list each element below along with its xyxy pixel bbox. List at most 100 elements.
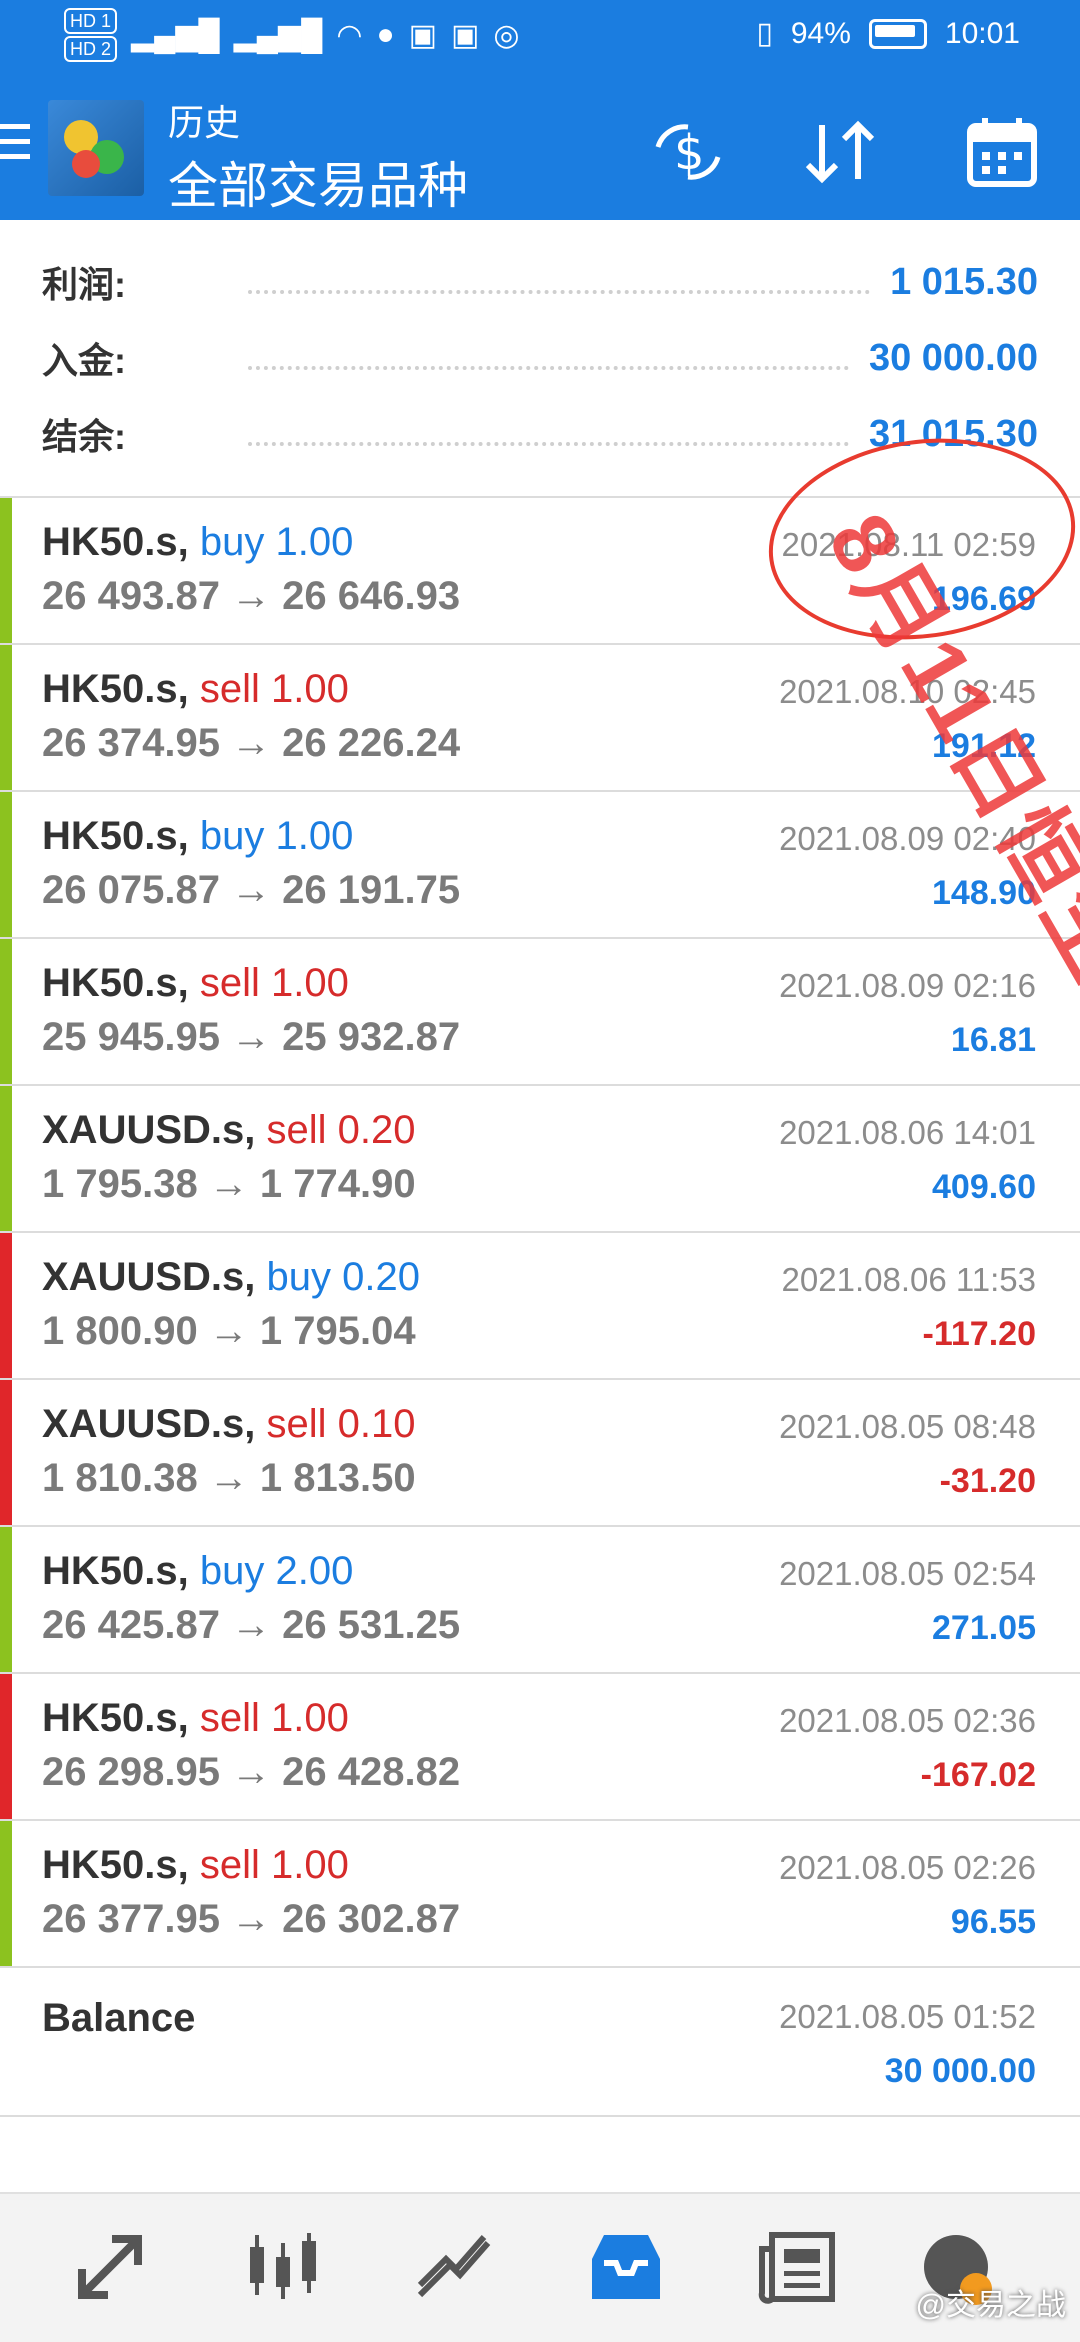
profit-indicator-bar [0,645,12,790]
sort-icon[interactable] [800,112,880,192]
profit-value: 1 015.30 [890,260,1038,303]
balance-label: Balance [42,1996,196,2040]
trade-symbol: XAUUSD.s [42,1255,245,1299]
currency-swap-icon[interactable]: $ [648,112,728,192]
deposit-label: 入金: [42,340,126,381]
balance-deposit-row[interactable]: Balance 2021.08.05 01:52 30 000.00 [0,1970,1080,2117]
separator: , [244,1402,267,1446]
trade-time: 2021.08.06 14:01 [779,1114,1036,1151]
trade-row[interactable]: HK50.s, sell 1.00 26 377.95 → 26 302.87 20… [0,1821,1080,1968]
trade-row[interactable]: XAUUSD.s, buy 0.20 1 800.90 → 1 795.04 202… [0,1233,1080,1380]
trade-symbol: HK50.s [42,520,178,564]
trade-profit: 96.55 [950,1903,1036,1941]
balance-amount: 30 000.00 [884,2052,1036,2090]
trade-side: buy 0.20 [266,1255,420,1299]
dots-divider [248,346,849,370]
dots-divider [248,422,849,446]
bulb-icon: ◎ [493,18,520,52]
hd2-badge: HD 2 [64,36,118,62]
trade-side: buy 2.00 [199,1549,354,1593]
balance-time: 2021.08.05 01:52 [779,1998,1036,2035]
svg-text:$: $ [674,125,705,181]
trade-profit: 16.81 [950,1021,1036,1059]
app-notify-icon: ▣ [408,18,437,52]
separator: , [177,667,200,711]
trade-profit: 271.05 [932,1609,1036,1647]
profit-row: 利润: 1 015.30 [42,252,1038,312]
profit-indicator-bar [0,498,12,643]
app-logo [48,100,144,196]
trade-title: HK50.s, buy 1.00 [42,520,353,565]
deposit-value: 30 000.00 [868,336,1038,379]
trade-row[interactable]: XAUUSD.s, sell 0.10 1 810.38 → 1 813.50 20… [0,1380,1080,1527]
trade-symbol: XAUUSD.s [42,1108,245,1152]
trade-row[interactable]: HK50.s, sell 1.00 26 298.95 → 26 428.82 20… [0,1674,1080,1821]
trade-row[interactable]: HK50.s, buy 2.00 26 425.87 → 26 531.25 202… [0,1527,1080,1674]
trade-prices: 26 377.95 → 26 302.87 [42,1897,461,1941]
trade-row[interactable]: HK50.s, buy 1.00 26 075.87 → 26 191.75 202… [0,792,1080,939]
trade-symbol: XAUUSD.s [42,1402,245,1446]
profit-label: 利润: [42,264,126,305]
trade-icon[interactable] [60,2222,160,2312]
separator: , [177,520,200,564]
trade-title: HK50.s, sell 1.00 [42,1843,349,1888]
trade-time: 2021.08.05 02:36 [779,1702,1036,1739]
separator: , [177,1549,200,1593]
history-icon[interactable] [576,2222,676,2312]
trade-time: 2021.08.09 02:16 [779,967,1036,1004]
trade-symbol: HK50.s [42,1843,178,1887]
separator: , [244,1108,267,1152]
trade-row[interactable]: HK50.s, sell 1.00 25 945.95 → 25 932.87 20… [0,939,1080,1086]
menu-icon[interactable] [0,124,30,160]
trade-time: 2021.08.06 11:53 [781,1261,1036,1298]
wifi-icon: ◠ [336,18,363,52]
trade-title: HK50.s, sell 1.00 [42,1696,349,1741]
wechat-icon: ● [376,18,395,51]
hd1-badge: HD 1 [64,8,118,34]
chart-icon[interactable] [232,2222,332,2312]
stats-icon[interactable] [404,2222,504,2312]
trade-side: sell 1.00 [199,961,349,1005]
trade-profit: 409.60 [932,1168,1036,1206]
trade-profit: -117.20 [922,1315,1036,1353]
trade-prices: 1 800.90 → 1 795.04 [42,1309,416,1353]
signal-icon-2: ▂▄▆█ [233,18,323,52]
news-icon[interactable] [748,2222,848,2312]
separator: , [177,1696,200,1740]
profit-indicator-bar [0,792,12,937]
trade-symbol: HK50.s [42,1549,178,1593]
profit-indicator-bar [0,1527,12,1672]
vibrate-icon: ▯ [756,17,773,50]
calendar-icon[interactable] [962,112,1042,192]
trade-side: sell 1.00 [199,667,349,711]
trade-side: buy 1.00 [199,814,354,858]
trade-prices: 26 493.87 → 26 646.93 [42,574,461,618]
trade-prices: 26 075.87 → 26 191.75 [42,868,461,912]
bottom-nav: @交易之战 [0,2192,1080,2342]
separator: , [177,961,200,1005]
trade-prices: 1 810.38 → 1 813.50 [42,1456,416,1500]
signal-icon: ▂▄▆█ [131,18,220,52]
dots-divider [248,270,871,294]
trade-side: sell 1.00 [199,1696,349,1740]
trade-row[interactable]: XAUUSD.s, sell 0.20 1 795.38 → 1 774.90 20… [0,1086,1080,1233]
status-bar: HD 1 HD 2 ▂▄▆█ ▂▄▆█ ◠ ● ▣ ▣ ◎ ▯ 94% 10:0… [0,0,1080,72]
trade-symbol: HK50.s [42,1696,178,1740]
trade-time: 2021.08.05 08:48 [779,1408,1036,1445]
trade-time: 2021.08.05 02:54 [779,1555,1036,1592]
trade-side: sell 0.10 [266,1402,416,1446]
profit-indicator-bar [0,1086,12,1231]
battery-percent: 94% [790,16,851,50]
trade-prices: 26 374.95 → 26 226.24 [42,721,461,765]
separator: , [177,1843,200,1887]
page-title[interactable]: 全部交易品种 [168,146,468,218]
app-notify-icon-2: ▣ [451,18,480,52]
trade-time: 2021.08.05 02:26 [779,1849,1036,1886]
page-subtitle: 历史 [168,102,241,143]
deposit-row: 入金: 30 000.00 [42,328,1038,388]
trade-title: XAUUSD.s, sell 0.20 [42,1108,415,1153]
trade-title: HK50.s, sell 1.00 [42,667,349,712]
profit-indicator-bar [0,1380,12,1525]
trade-prices: 25 945.95 → 25 932.87 [42,1015,461,1059]
profit-indicator-bar [0,939,12,1084]
